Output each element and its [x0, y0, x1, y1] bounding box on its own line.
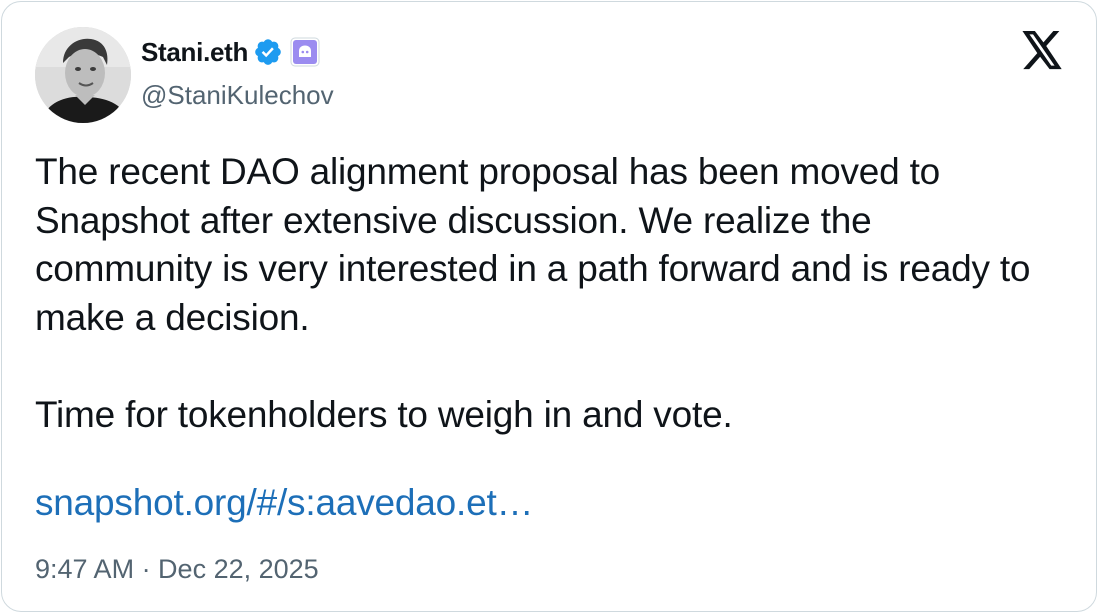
- tweet-paragraph-1: The recent DAO alignment proposal has be…: [35, 151, 1031, 338]
- avatar[interactable]: [35, 27, 131, 123]
- author-handle[interactable]: @StaniKulechov: [141, 80, 334, 111]
- tweet-body: The recent DAO alignment proposal has be…: [35, 148, 1045, 439]
- tweet-card: Stani.eth @StaniKulechov The recent DAO …: [1, 1, 1097, 612]
- tweet-timestamp[interactable]: 9:47 AM · Dec 22, 2025: [35, 554, 319, 585]
- ghost-affiliate-badge-icon[interactable]: [290, 37, 320, 67]
- author-display-name[interactable]: Stani.eth: [141, 37, 248, 68]
- verified-badge-icon: [253, 37, 283, 67]
- avatar-photo-icon: [35, 27, 131, 123]
- x-logo-icon[interactable]: [1020, 31, 1064, 71]
- snapshot-link[interactable]: snapshot.org/#/s:aavedao.et…: [35, 482, 534, 524]
- tweet-paragraph-2: Time for tokenholders to weigh in and vo…: [35, 393, 733, 435]
- author-name-row: Stani.eth: [141, 34, 320, 70]
